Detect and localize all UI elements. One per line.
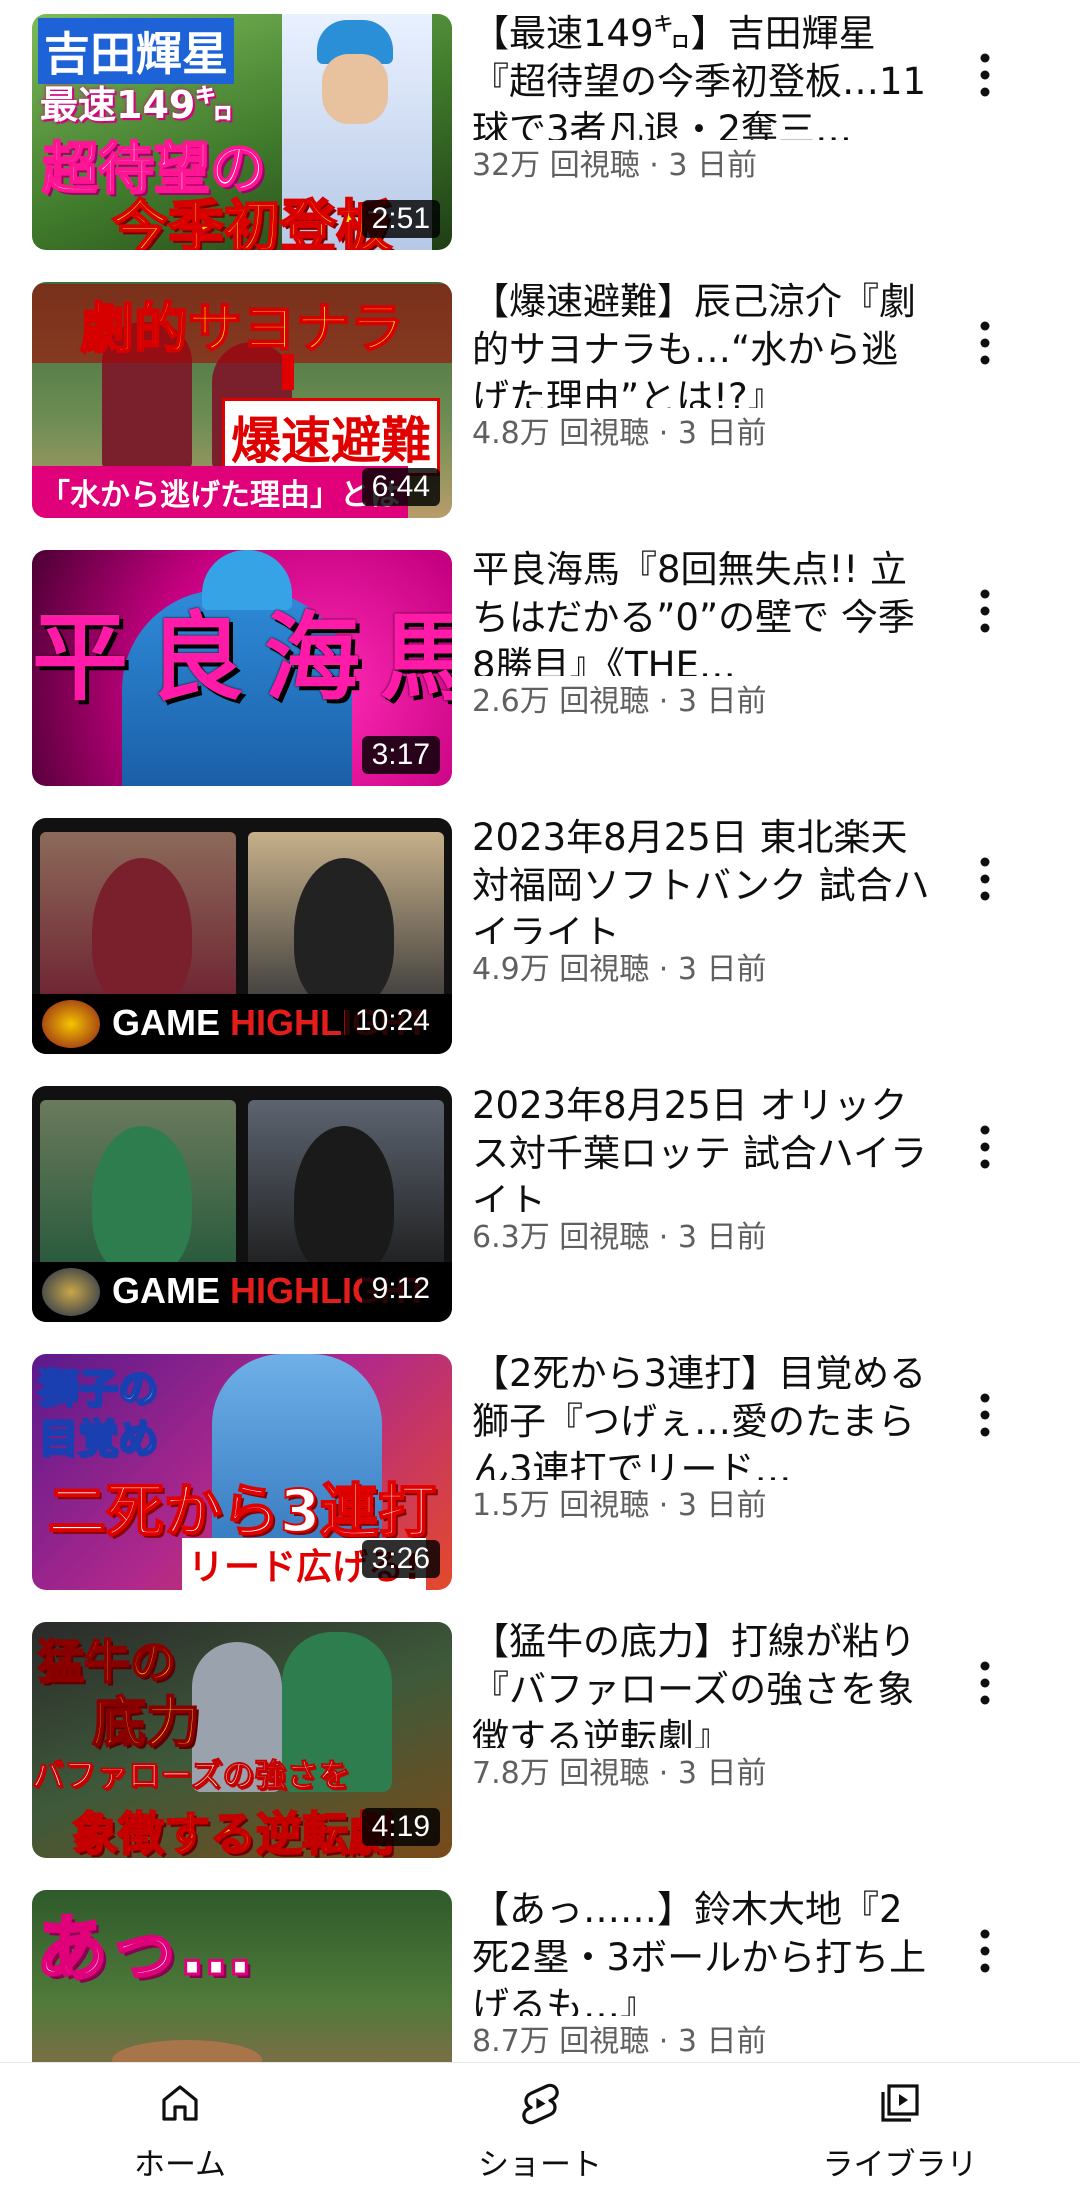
nav-shorts[interactable]: ショート	[440, 2063, 640, 2188]
more-vert-icon	[980, 857, 990, 901]
video-meta: 4.8万 回視聴 · 3 日前	[472, 408, 932, 452]
video-info[interactable]: 【最速149㌔】吉田輝星『超待望の今季初登板…11球で3者凡退・2奪三… 32万…	[472, 10, 932, 184]
video-item[interactable]: 猛牛の 底力 バファローズの強さを 象徴する逆転劇 4:19 【猛牛の底力】打線…	[0, 1608, 1080, 1876]
more-options-button[interactable]	[960, 1112, 1010, 1182]
thumb-caption: あっ…	[34, 1906, 253, 1993]
video-meta: 7.8万 回視聴 · 3 日前	[472, 1748, 932, 1792]
video-item[interactable]: 劇的サヨナラ 爆速避難 「水から逃げた理由」とは 6:44 【爆速避難】辰己涼介…	[0, 268, 1080, 536]
thumb-caption: 今季初登板	[111, 194, 393, 250]
more-options-button[interactable]	[960, 40, 1010, 110]
team-logo-icon	[42, 1268, 100, 1316]
video-thumbnail[interactable]: 獅子の 目覚め 二死から3連打 リード広げる! 3:26	[32, 1354, 452, 1590]
arrow-shape	[282, 354, 294, 390]
more-options-button[interactable]	[960, 844, 1010, 914]
nav-shorts-label: ショート	[478, 2147, 602, 2183]
video-info[interactable]: 【あっ……】鈴木大地『2死2塁・3ボールから打ち上げるも…』 8.7万 回視聴 …	[472, 1886, 932, 2060]
video-duration: 3:26	[361, 1540, 440, 1578]
video-info[interactable]: 平良海馬『8回無失点!! 立ちはだかる”0”の壁で 今季8勝目』《THE… 2.…	[472, 546, 932, 720]
more-options-button[interactable]	[960, 1916, 1010, 1986]
player-figure	[294, 858, 394, 1008]
video-item[interactable]: 平良海馬 3:17 平良海馬『8回無失点!! 立ちはだかる”0”の壁で 今季8勝…	[0, 536, 1080, 804]
more-vert-icon	[980, 589, 990, 633]
video-title[interactable]: 平良海馬『8回無失点!! 立ちはだかる”0”の壁で 今季8勝目』《THE…	[472, 546, 932, 690]
video-item[interactable]: GAME HIGHLIGHT 10:24 2023年8月25日 東北楽天対福岡ソフ…	[0, 804, 1080, 1072]
nav-home-label: ホーム	[133, 2147, 227, 2183]
more-options-button[interactable]	[960, 1380, 1010, 1450]
video-thumbnail[interactable]: 吉田輝星 最速149㌔ 超待望の 今季初登板 2:51	[32, 14, 452, 250]
library-icon	[881, 2084, 919, 2122]
video-thumbnail[interactable]: GAME HIGHLIGHT 9:12	[32, 1086, 452, 1322]
thumb-caption: 底力	[91, 1690, 201, 1755]
banner-text: GAME	[112, 1270, 220, 1311]
player-figure	[294, 1126, 394, 1276]
more-options-button[interactable]	[960, 308, 1010, 378]
face-shape	[322, 54, 388, 124]
video-duration: 6:44	[361, 468, 440, 506]
video-meta: 4.9万 回視聴 · 3 日前	[472, 944, 932, 988]
thumb-caption: バファローズの強さを	[32, 1756, 351, 1795]
thumb-caption: 象徴する逆転劇	[71, 1806, 395, 1858]
more-vert-icon	[980, 1661, 990, 1705]
video-item[interactable]: GAME HIGHLIGHT 9:12 2023年8月25日 オリックス対千葉ロッ…	[0, 1072, 1080, 1340]
video-item[interactable]: 吉田輝星 最速149㌔ 超待望の 今季初登板 2:51 【最速149㌔】吉田輝星…	[0, 0, 1080, 268]
video-duration: 3:17	[361, 736, 440, 774]
video-thumbnail[interactable]: 猛牛の 底力 バファローズの強さを 象徴する逆転劇 4:19	[32, 1622, 452, 1858]
more-options-button[interactable]	[960, 1648, 1010, 1718]
banner-text: GAME	[112, 1002, 220, 1043]
nav-library[interactable]: ライブラリ	[800, 2063, 1000, 2188]
more-vert-icon	[980, 1393, 990, 1437]
thumb-caption: 爆速避難	[222, 398, 440, 476]
video-list: 吉田輝星 最速149㌔ 超待望の 今季初登板 2:51 【最速149㌔】吉田輝星…	[0, 0, 1080, 2062]
thumb-caption: 二死から3連打	[47, 1476, 437, 1546]
team-logo-icon	[42, 1000, 100, 1048]
more-vert-icon	[980, 1125, 990, 1169]
field-mound	[112, 2040, 262, 2062]
more-vert-icon	[980, 53, 990, 97]
thumb-caption: 平良海馬	[32, 602, 452, 714]
video-thumbnail[interactable]: GAME HIGHLIGHT 10:24	[32, 818, 452, 1054]
thumb-caption: 「水から逃げた理由」とは	[32, 466, 408, 518]
more-vert-icon	[980, 321, 990, 365]
video-info[interactable]: 【猛牛の底力】打線が粘り『バファローズの強さを象徴する逆転劇』 7.8万 回視聴…	[472, 1618, 932, 1792]
home-icon	[162, 2085, 198, 2121]
nav-home[interactable]: ホーム	[80, 2063, 280, 2188]
shorts-icon	[522, 2083, 559, 2125]
nav-library-label: ライブラリ	[822, 2147, 978, 2183]
bottom-navigation: ホーム ショート ライブラリ	[0, 2062, 1080, 2188]
video-item[interactable]: 獅子の 目覚め 二死から3連打 リード広げる! 3:26 【2死から3連打】目覚…	[0, 1340, 1080, 1608]
video-meta: 32万 回視聴 · 3 日前	[472, 140, 932, 184]
video-info[interactable]: 【2死から3連打】目覚める獅子『つげぇ…愛のたまらん3連打でリード… 1.5万 …	[472, 1350, 932, 1524]
video-duration: 9:12	[361, 1270, 440, 1308]
video-duration: 4:19	[361, 1808, 440, 1846]
video-meta: 2.6万 回視聴 · 3 日前	[472, 676, 932, 720]
video-title[interactable]: 【最速149㌔】吉田輝星『超待望の今季初登板…11球で3者凡退・2奪三…	[472, 10, 932, 154]
video-meta: 6.3万 回視聴 · 3 日前	[472, 1212, 932, 1256]
video-duration: 2:51	[361, 200, 440, 238]
thumb-caption: 目覚め	[37, 1415, 159, 1463]
video-title[interactable]: 2023年8月25日 東北楽天対福岡ソフトバンク 試合ハイライト	[472, 814, 932, 958]
video-thumbnail[interactable]: あっ…	[32, 1890, 452, 2062]
video-item[interactable]: あっ… 【あっ……】鈴木大地『2死2塁・3ボールから打ち上げるも…』 8.7万 …	[0, 1876, 1080, 2062]
video-duration: 10:24	[344, 1002, 440, 1040]
video-title[interactable]: 2023年8月25日 オリックス対千葉ロッテ 試合ハイライト	[472, 1082, 932, 1226]
player-figure	[92, 1126, 192, 1276]
more-vert-icon	[980, 1929, 990, 1973]
thumb-caption: 劇的サヨナラ	[32, 284, 452, 363]
video-thumbnail[interactable]: 劇的サヨナラ 爆速避難 「水から逃げた理由」とは 6:44	[32, 282, 452, 518]
video-thumbnail[interactable]: 平良海馬 3:17	[32, 550, 452, 786]
video-info[interactable]: 2023年8月25日 オリックス対千葉ロッテ 試合ハイライト 6.3万 回視聴 …	[472, 1082, 932, 1256]
video-title[interactable]: 【猛牛の底力】打線が粘り『バファローズの強さを象徴する逆転劇』	[472, 1618, 932, 1762]
video-info[interactable]: 2023年8月25日 東北楽天対福岡ソフトバンク 試合ハイライト 4.9万 回視…	[472, 814, 932, 988]
more-options-button[interactable]	[960, 576, 1010, 646]
thumb-caption: 最速149㌔	[40, 83, 234, 127]
video-info[interactable]: 【爆速避難】辰己涼介『劇的サヨナラも…“水から逃げた理由”とは!?』 4.8万 …	[472, 278, 932, 452]
video-title[interactable]: 【2死から3連打】目覚める獅子『つげぇ…愛のたまらん3連打でリード…	[472, 1350, 932, 1494]
video-meta: 8.7万 回視聴 · 3 日前	[472, 2016, 932, 2060]
video-title[interactable]: 【爆速避難】辰己涼介『劇的サヨナラも…“水から逃げた理由”とは!?』	[472, 278, 932, 422]
video-title[interactable]: 【あっ……】鈴木大地『2死2塁・3ボールから打ち上げるも…』	[472, 1886, 932, 2030]
video-meta: 1.5万 回視聴 · 3 日前	[472, 1480, 932, 1524]
player-figure	[92, 858, 192, 1008]
